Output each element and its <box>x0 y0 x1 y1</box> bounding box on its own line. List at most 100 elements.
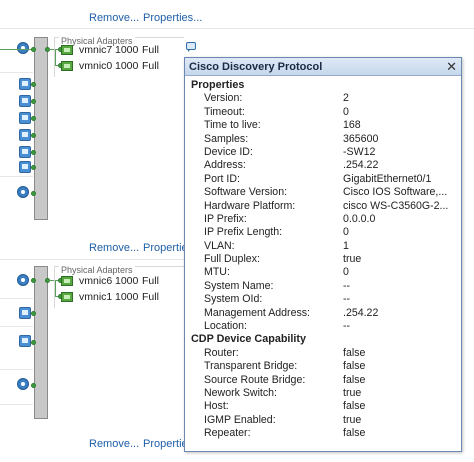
property-row: IP Prefix: 0.0.0.0 <box>191 213 461 226</box>
capability-row-key: Nework Switch: <box>204 386 277 399</box>
connector-dot <box>31 165 36 170</box>
port-group-icon[interactable] <box>19 112 31 124</box>
property-row: System Name: -- <box>191 280 461 293</box>
property-row-value: -- <box>343 293 351 306</box>
capability-row: Nework Switch: true <box>191 387 461 400</box>
property-row-key: IP Prefix: <box>204 212 247 225</box>
capability-row: Repeater: false <box>191 427 461 440</box>
connector-dot <box>31 191 36 196</box>
port-group-icon[interactable] <box>19 335 31 347</box>
nic-name: vmnic1 <box>79 291 113 303</box>
capability-row: Source Route Bridge: false <box>191 374 461 387</box>
property-row-value: 1 <box>343 239 349 252</box>
connector-dot <box>31 47 36 52</box>
property-row-value: 365600 <box>343 132 379 145</box>
port-group-icon[interactable] <box>19 307 31 319</box>
cdp-popup-title: Cisco Discovery Protocol <box>189 60 323 73</box>
remove-link-switch2[interactable]: Remove... <box>89 242 139 254</box>
cdp-popup-body: Properties Version: 2 Timeout: 0 Time to liv… <box>185 76 461 441</box>
property-row: Timeout: 0 <box>191 106 461 119</box>
cdp-popup-header: Cisco Discovery Protocol ✕ <box>185 58 461 76</box>
property-row: System OId: -- <box>191 293 461 306</box>
property-row-value: 0 <box>343 266 349 279</box>
nic-duplex: Full <box>142 291 159 303</box>
vmkernel-port-icon[interactable] <box>17 274 29 286</box>
divider <box>0 298 33 299</box>
property-row-key: Time to live: <box>204 119 261 132</box>
capability-row-value: true <box>343 386 362 399</box>
nic-name: vmnic6 <box>79 275 113 287</box>
property-row-value: -- <box>343 320 351 333</box>
nic-row[interactable]: vmnic6 1000 Full <box>61 274 159 288</box>
property-row: Software Version: Cisco IOS Software,... <box>191 186 461 199</box>
capability-row-key: Router: <box>204 346 239 359</box>
divider <box>0 404 33 405</box>
nic-speed: 1000 <box>115 275 139 287</box>
connector-dot <box>31 150 36 155</box>
divider <box>0 28 474 29</box>
remove-link-switch3[interactable]: Remove... <box>89 438 139 450</box>
properties-link-switch1[interactable]: Properties... <box>143 12 202 24</box>
capability-list: Router: false Transparent Bridge: false Sour… <box>191 347 461 441</box>
port-group-icon[interactable] <box>19 146 31 158</box>
network-adapter-icon <box>61 292 73 302</box>
physical-adapters-group: Physical Adapters vmnic7 1000 Full vmnic… <box>54 36 184 77</box>
capability-row: Transparent Bridge: false <box>191 360 461 373</box>
property-row-value: 0 <box>343 226 349 239</box>
property-row: Device ID: -SW12 <box>191 146 461 159</box>
capability-row-key: IGMP Enabled: <box>204 413 276 426</box>
property-row-key: Full Duplex: <box>204 253 260 266</box>
property-row-key: Hardware Platform: <box>204 199 296 212</box>
cdp-info-icon[interactable] <box>186 42 196 52</box>
nic-row[interactable]: vmnic1 1000 Full <box>61 290 159 304</box>
remove-link-switch1[interactable]: Remove... <box>89 12 139 24</box>
port-group-icon[interactable] <box>19 95 31 107</box>
connector-dot <box>31 311 36 316</box>
capability-row-key: Transparent Bridge: <box>204 360 298 373</box>
divider <box>0 326 33 327</box>
property-row-value: 0 <box>343 105 349 118</box>
capability-row-value: false <box>343 373 366 386</box>
property-row-key: VLAN: <box>204 239 235 252</box>
property-row-value: 0.0.0.0 <box>343 212 376 225</box>
connector-dot <box>31 133 36 138</box>
vmkernel-port-icon[interactable] <box>17 378 29 390</box>
close-icon[interactable]: ✕ <box>446 59 457 75</box>
property-row-value: .254.22 <box>343 159 379 172</box>
property-row: Samples: 365600 <box>191 133 461 146</box>
nic-duplex: Full <box>142 275 159 287</box>
vmkernel-port-icon[interactable] <box>17 186 29 198</box>
capability-row-value: false <box>343 346 366 359</box>
nic-speed: 1000 <box>115 291 139 303</box>
capability-heading: CDP Device Capability <box>191 333 307 346</box>
connector-dot <box>31 99 36 104</box>
property-row-key: Software Version: <box>204 186 288 199</box>
property-row-key: Management Address: <box>204 306 310 319</box>
connector-dot <box>31 383 36 388</box>
property-row: Address: .254.22 <box>191 159 461 172</box>
property-row: Hardware Platform: cisco WS-C3560G-2... <box>191 200 461 213</box>
nic-duplex: Full <box>142 60 159 72</box>
property-row-value: GigabitEthernet0/1 <box>343 172 432 185</box>
properties-list: Version: 2 Timeout: 0 Time to live: 168 Sample… <box>191 92 461 333</box>
property-row-key: Device ID: <box>204 145 253 158</box>
nic-row[interactable]: vmnic0 1000 Full <box>61 59 159 73</box>
network-adapter-icon <box>61 45 73 55</box>
property-row-key: Address: <box>204 159 246 172</box>
port-group-icon[interactable] <box>19 161 31 173</box>
connector-line <box>0 49 34 50</box>
property-row: VLAN: 1 <box>191 240 461 253</box>
property-row: Version: 2 <box>191 92 461 105</box>
vmkernel-port-icon[interactable] <box>17 42 29 54</box>
nic-speed: 1000 <box>115 44 139 56</box>
property-row-key: System Name: <box>204 279 274 292</box>
property-row-value: Cisco IOS Software,... <box>343 186 448 199</box>
nic-row[interactable]: vmnic7 1000 Full <box>61 43 159 57</box>
port-group-icon[interactable] <box>19 78 31 90</box>
port-group-icon[interactable] <box>19 129 31 141</box>
property-row: Full Duplex: true <box>191 253 461 266</box>
property-row-value: cisco WS-C3560G-2... <box>343 199 449 212</box>
capability-row-value: false <box>343 427 366 440</box>
divider <box>0 259 184 260</box>
vswitch-body <box>34 266 48 419</box>
